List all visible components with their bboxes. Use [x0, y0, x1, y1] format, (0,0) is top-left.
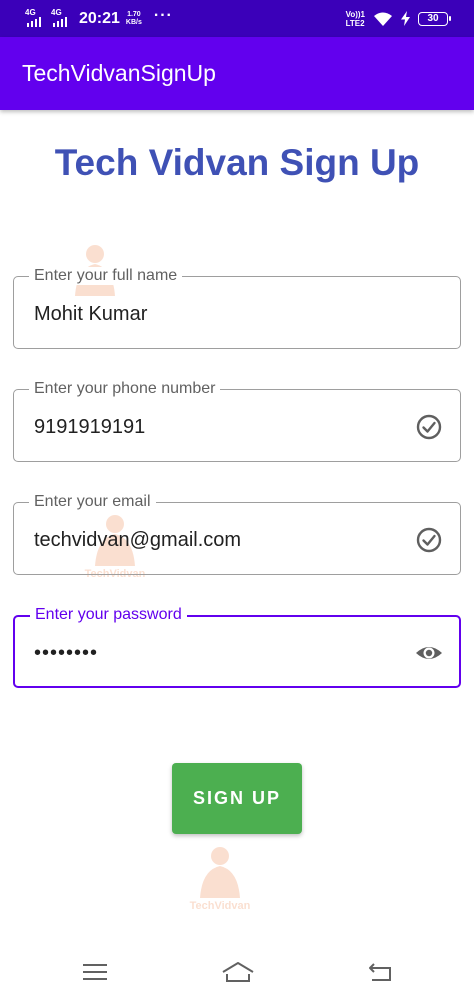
password-input[interactable]: •••••••• [34, 640, 98, 666]
wifi-icon [374, 12, 392, 26]
volte-line-1: Vo))1 [345, 9, 365, 19]
menu-icon[interactable] [80, 961, 110, 983]
charging-icon [401, 11, 410, 26]
navigation-bar [0, 945, 474, 1000]
phone-label: Enter your phone number [29, 380, 221, 398]
email-field[interactable]: Enter your email techvidvan@gmail.com [13, 493, 461, 575]
volte-line-2: LTE2 [345, 18, 365, 28]
status-time: 20:21 [79, 9, 120, 27]
page-title: Tech Vidvan Sign Up [54, 142, 420, 183]
eye-icon[interactable] [414, 638, 444, 668]
network-speed-unit: KB/s [125, 18, 142, 26]
app-bar: TechVidvanSignUp [0, 37, 474, 110]
email-input[interactable]: techvidvan@gmail.com [34, 527, 241, 553]
phone-field[interactable]: Enter your phone number 9191919191 [13, 380, 461, 462]
signal-1-label: 4G [25, 7, 36, 17]
battery-level: 30 [427, 13, 439, 24]
signal-2-icon: 4G [51, 7, 71, 29]
status-bar: 4G 4G 20:21 1.70 KB/s ··· Vo))1 LTE2 30 [0, 0, 474, 37]
home-icon[interactable] [221, 961, 255, 983]
network-speed: 1.70 KB/s [126, 11, 142, 27]
app-title: TechVidvanSignUp [22, 60, 216, 86]
password-label: Enter your password [30, 606, 187, 624]
signal-2-label: 4G [51, 7, 62, 17]
volte-indicator: Vo))1 LTE2 [346, 10, 365, 28]
password-field[interactable]: Enter your password •••••••• [13, 606, 461, 688]
watermark-logo-icon: TechVidvan [180, 842, 260, 917]
battery-icon: 30 [418, 11, 451, 26]
signal-1-icon: 4G [25, 7, 45, 29]
check-circle-icon [416, 414, 442, 440]
watermark-text: TechVidvan [189, 900, 251, 912]
more-notifications-icon: ··· [153, 6, 173, 24]
network-speed-value: 1.70 [127, 10, 141, 18]
full-name-label: Enter your full name [29, 267, 183, 285]
back-icon[interactable] [366, 961, 396, 983]
check-circle-icon [416, 527, 442, 553]
sign-up-button[interactable]: SIGN UP [172, 763, 302, 834]
phone-input[interactable]: 9191919191 [34, 414, 145, 440]
full-name-field[interactable]: Enter your full name Mohit Kumar [13, 267, 461, 349]
email-label: Enter your email [29, 493, 156, 511]
full-name-input[interactable]: Mohit Kumar [34, 301, 147, 327]
